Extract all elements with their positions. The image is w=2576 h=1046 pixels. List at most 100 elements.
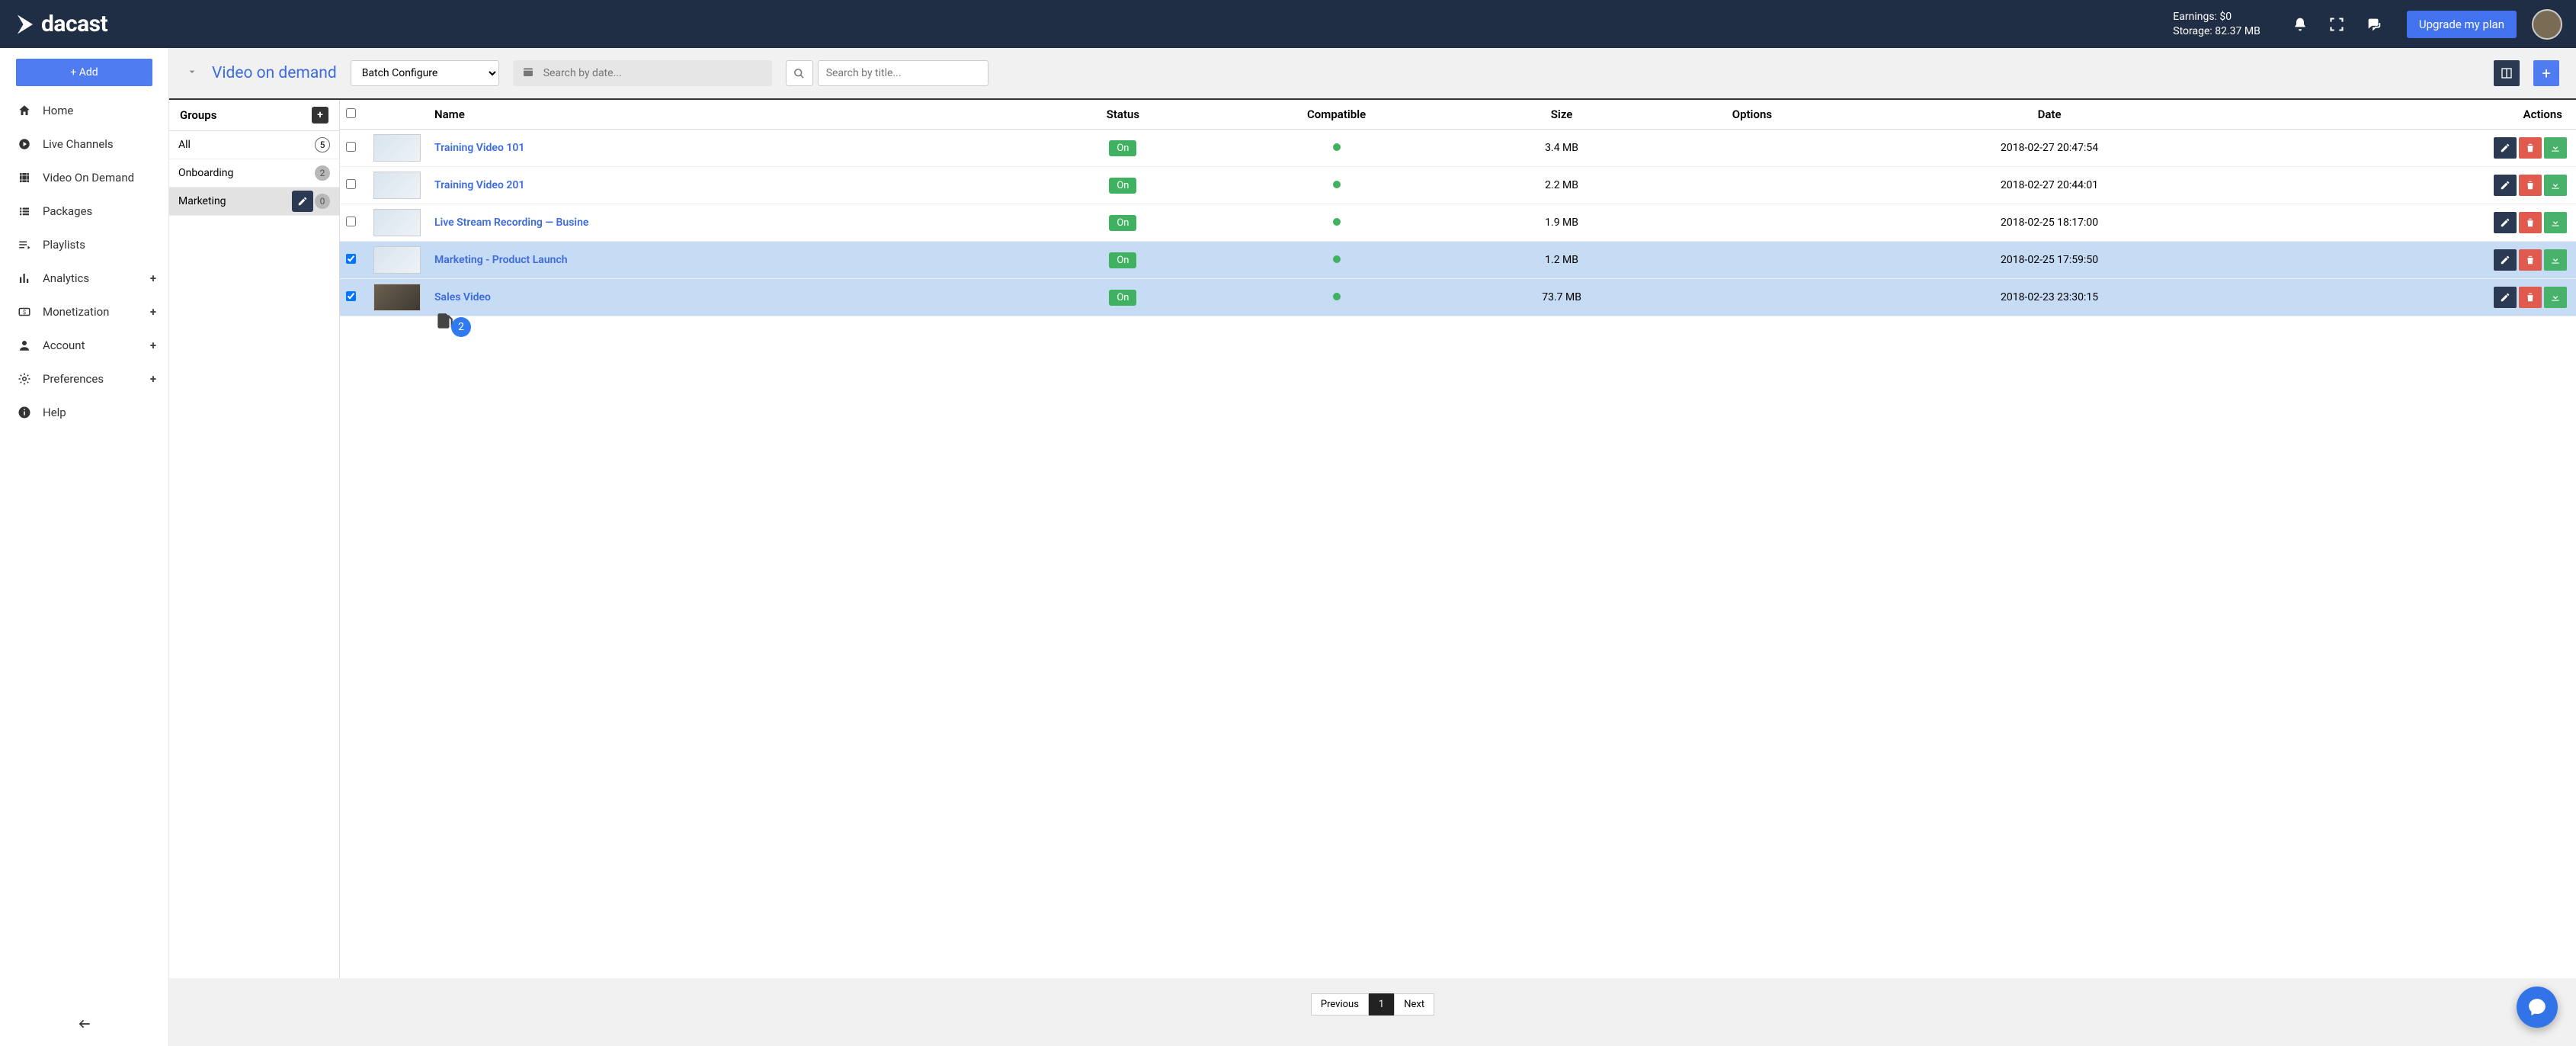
delete-button[interactable]	[2519, 137, 2542, 159]
expand-icon[interactable]: +	[150, 339, 156, 352]
col-size[interactable]: Size	[1467, 100, 1657, 130]
help-fab[interactable]	[2517, 987, 2558, 1028]
edit-button[interactable]	[2494, 249, 2517, 271]
col-date[interactable]: Date	[1847, 100, 2251, 130]
col-status[interactable]: Status	[1040, 100, 1206, 130]
row-checkbox[interactable]	[346, 254, 356, 264]
nav-monetization[interactable]: $Monetization+	[0, 295, 168, 329]
search-icon[interactable]	[786, 60, 813, 86]
fullscreen-icon[interactable]	[2329, 17, 2344, 32]
batch-configure-select[interactable]: Batch Configure	[351, 60, 499, 86]
page-header: Video on demand Batch Configure +	[169, 48, 2576, 98]
row-checkbox[interactable]	[346, 217, 356, 226]
table-row[interactable]: Sales VideoOn73.7 MB2018-02-23 23:30:15	[340, 279, 2576, 316]
table-row[interactable]: Training Video 101On3.4 MB2018-02-27 20:…	[340, 130, 2576, 167]
prev-page-button[interactable]: Previous	[1311, 993, 1369, 1016]
video-name-link[interactable]: Marketing - Product Launch	[434, 254, 568, 266]
col-compatible[interactable]: Compatible	[1206, 100, 1466, 130]
nav-help[interactable]: Help	[0, 396, 168, 429]
top-bar: dacast Earnings: $0 Storage: 82.37 MB Up…	[0, 0, 2576, 48]
edit-button[interactable]	[2494, 175, 2517, 196]
col-options[interactable]: Options	[1656, 100, 1847, 130]
add-video-button[interactable]: +	[2533, 60, 2559, 86]
nav-live-channels[interactable]: Live Channels	[0, 127, 168, 161]
download-button[interactable]	[2544, 287, 2567, 308]
page-1-button[interactable]: 1	[1369, 993, 1394, 1016]
expand-icon[interactable]: +	[150, 305, 156, 319]
edit-button[interactable]	[2494, 212, 2517, 233]
chat-icon[interactable]	[2366, 16, 2382, 33]
brand-text: dacast	[41, 11, 107, 37]
search-date-input[interactable]	[543, 60, 764, 86]
collapse-section-icon[interactable]	[186, 66, 198, 81]
search-date-group	[513, 60, 772, 86]
table-row[interactable]: Training Video 201On2.2 MB2018-02-27 20:…	[340, 167, 2576, 204]
storage-label: Storage: 82.37 MB	[2173, 24, 2260, 39]
table-row[interactable]: Marketing - Product LaunchOn1.2 MB2018-0…	[340, 242, 2576, 279]
video-name-link[interactable]: Sales Video	[434, 291, 491, 303]
edit-group-button[interactable]	[292, 191, 313, 212]
download-button[interactable]	[2544, 137, 2567, 159]
video-thumbnail[interactable]	[373, 246, 421, 274]
video-thumbnail[interactable]	[373, 209, 421, 236]
next-page-button[interactable]: Next	[1394, 993, 1434, 1016]
expand-icon[interactable]: +	[150, 271, 156, 285]
notifications-icon[interactable]	[2292, 17, 2308, 32]
nav-account[interactable]: Account +	[0, 329, 168, 362]
row-checkbox[interactable]	[346, 142, 356, 152]
collapse-sidebar-icon[interactable]	[0, 1006, 168, 1046]
nav-video-on-demand[interactable]: Video On Demand	[0, 161, 168, 194]
page-title: Video on demand	[212, 64, 337, 82]
avatar[interactable]	[2532, 9, 2562, 40]
add-button[interactable]: + Add	[16, 59, 152, 86]
nav-label: Analytics	[43, 271, 89, 285]
layout-toggle-button[interactable]	[2494, 60, 2520, 86]
video-name-link[interactable]: Live Stream Recording — Busine	[434, 217, 588, 229]
nav-home[interactable]: Home	[0, 94, 168, 127]
add-group-button[interactable]: +	[312, 107, 328, 124]
account-stats: Earnings: $0 Storage: 82.37 MB	[2173, 10, 2260, 39]
drag-count-badge: 2	[451, 317, 471, 337]
download-button[interactable]	[2544, 212, 2567, 233]
upgrade-button[interactable]: Upgrade my plan	[2407, 11, 2517, 38]
group-marketing[interactable]: Marketing0	[169, 188, 339, 216]
size-cell: 73.7 MB	[1467, 279, 1657, 316]
nav-label: Account	[43, 339, 85, 352]
nav-label: Preferences	[43, 372, 104, 386]
video-thumbnail[interactable]	[373, 284, 421, 311]
delete-button[interactable]	[2519, 175, 2542, 196]
nav-analytics[interactable]: Analytics +	[0, 262, 168, 295]
date-cell: 2018-02-25 17:59:50	[1847, 242, 2251, 279]
delete-button[interactable]	[2519, 249, 2542, 271]
nav-packages[interactable]: Packages	[0, 194, 168, 228]
video-name-link[interactable]: Training Video 201	[434, 179, 524, 191]
group-all[interactable]: All5	[169, 131, 339, 159]
nav-preferences[interactable]: Preferences +	[0, 362, 168, 396]
expand-icon[interactable]: +	[150, 372, 156, 386]
video-name-link[interactable]: Training Video 101	[434, 142, 524, 154]
table-row[interactable]: Live Stream Recording — BusineOn1.9 MB20…	[340, 204, 2576, 242]
nav-label: Help	[43, 406, 66, 419]
calendar-icon[interactable]	[513, 66, 543, 81]
download-button[interactable]	[2544, 175, 2567, 196]
size-cell: 2.2 MB	[1467, 167, 1657, 204]
delete-button[interactable]	[2519, 287, 2542, 308]
select-all-checkbox[interactable]	[346, 108, 356, 118]
search-title-input[interactable]	[818, 60, 988, 86]
col-name[interactable]: Name	[428, 100, 1040, 130]
download-button[interactable]	[2544, 249, 2567, 271]
video-thumbnail[interactable]	[373, 172, 421, 199]
group-onboarding[interactable]: Onboarding2	[169, 159, 339, 188]
delete-button[interactable]	[2519, 212, 2542, 233]
groups-panel: Groups + All5Onboarding2Marketing0	[169, 100, 340, 978]
nav-playlists[interactable]: Playlists	[0, 228, 168, 262]
video-thumbnail[interactable]	[373, 134, 421, 162]
compatible-dot	[1333, 181, 1341, 188]
status-badge: On	[1109, 252, 1136, 268]
row-checkbox[interactable]	[346, 291, 356, 301]
row-checkbox[interactable]	[346, 179, 356, 189]
edit-button[interactable]	[2494, 137, 2517, 159]
brand-logo[interactable]: dacast	[14, 11, 107, 37]
edit-button[interactable]	[2494, 287, 2517, 308]
list-icon	[17, 204, 32, 218]
